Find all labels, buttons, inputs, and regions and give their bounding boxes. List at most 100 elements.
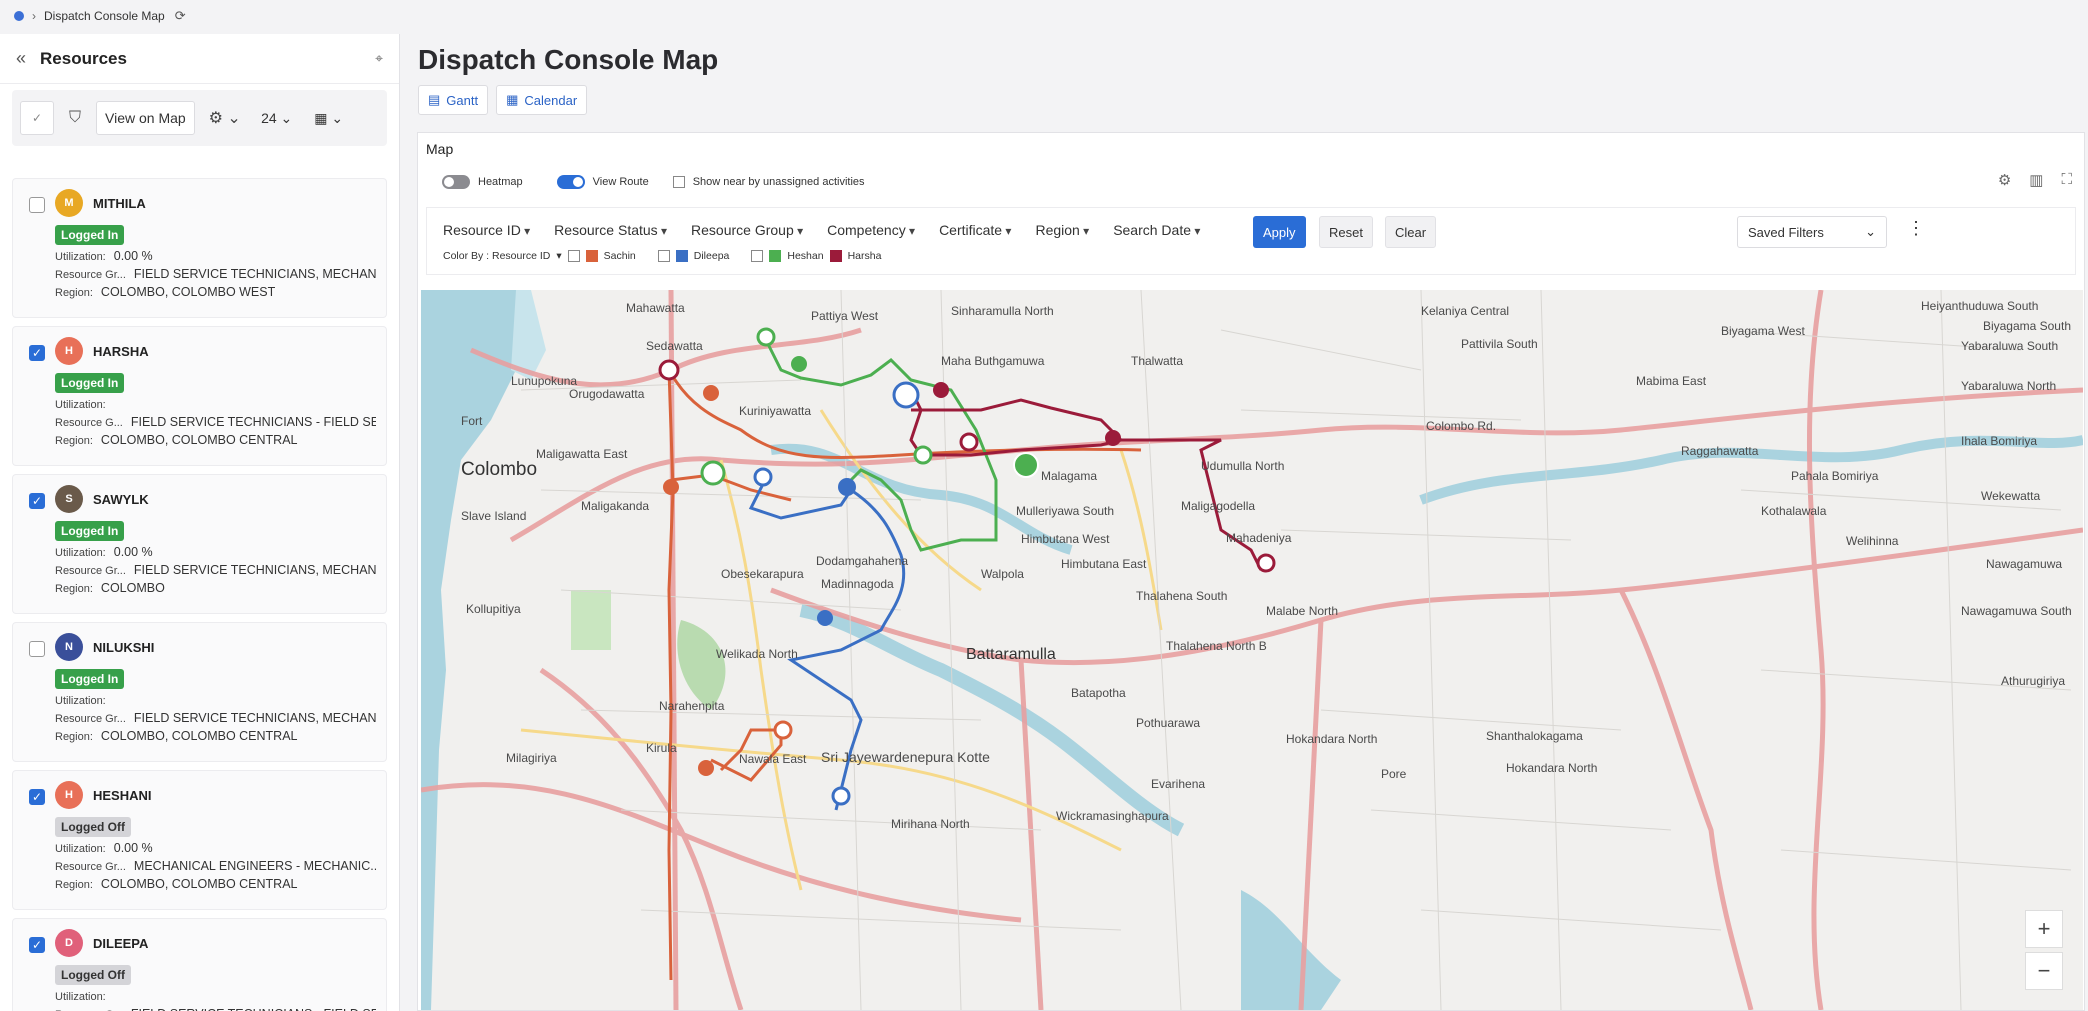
resource-group-row: Resource G...FIELD SERVICE TECHNICIANS -… [55, 415, 376, 429]
svg-text:Wickramasinghapura: Wickramasinghapura [1056, 809, 1169, 823]
resource-checkbox[interactable]: ✓ [29, 345, 45, 361]
settings-dropdown[interactable]: ⚙ ⌄ [205, 101, 245, 135]
resource-name[interactable]: NILUKSHI [93, 640, 154, 655]
resource-card[interactable]: ✓ S SAWYLK Logged In Utilization: 0.00 % … [12, 474, 387, 614]
layers-icon[interactable]: ▥ [2029, 171, 2043, 189]
home-marker-icon[interactable] [756, 327, 776, 347]
home-marker-icon[interactable] [773, 720, 793, 740]
filter-competency[interactable]: Competency [827, 222, 915, 238]
legend-checkbox[interactable] [567, 250, 580, 262]
activity-marker-icon[interactable] [663, 479, 679, 495]
svg-text:Nawagamuwa: Nawagamuwa [1986, 557, 2062, 571]
page-size-dropdown[interactable]: 24 ⌄ [255, 101, 299, 135]
svg-text:Madinnagoda: Madinnagoda [821, 577, 894, 591]
zoom-in-button[interactable]: + [2025, 910, 2063, 948]
route-map[interactable]: Mahawatta Pattiya West Sinharamulla Nort… [421, 290, 2083, 1010]
pin-icon[interactable]: ⌖ [375, 50, 383, 67]
home-marker-icon[interactable] [831, 786, 851, 806]
resource-checkbox[interactable]: ✓ [29, 789, 45, 805]
refresh-icon[interactable]: ⟳ [175, 8, 186, 24]
technician-avatar-marker[interactable] [892, 381, 920, 409]
view-route-toggle[interactable] [556, 175, 585, 189]
show-near-checkbox[interactable] [672, 176, 685, 188]
legend-dropdown-icon[interactable]: ▾ [556, 250, 561, 262]
panel-header: « Resources ⌖ [0, 34, 399, 84]
home-marker-icon[interactable] [959, 432, 979, 452]
svg-text:Thalahena North B: Thalahena North B [1166, 639, 1267, 653]
calendar-button[interactable]: ▦ Calendar [496, 85, 588, 115]
activity-marker-icon[interactable] [791, 356, 807, 372]
resource-name[interactable]: DILEEPA [93, 936, 148, 951]
resource-name[interactable]: HARSHA [93, 344, 149, 359]
home-marker-icon[interactable] [753, 467, 773, 487]
view-on-map-button[interactable]: View on Map [96, 101, 195, 135]
resource-name[interactable]: SAWYLK [93, 492, 149, 507]
saved-filters-dropdown[interactable]: Saved Filters ⌄ [1737, 216, 1887, 248]
resource-name[interactable]: HESHANI [93, 788, 152, 803]
legend-checkbox[interactable] [751, 250, 764, 262]
activity-marker-icon[interactable] [698, 760, 714, 776]
apply-button[interactable]: Apply [1253, 216, 1306, 248]
activity-marker-icon[interactable] [838, 478, 856, 496]
chevron-down-icon: ⌄ [1865, 224, 1876, 239]
resource-card[interactable]: ✓ H HARSHA Logged In Utilization: Resour… [12, 326, 387, 466]
filter-search-date[interactable]: Search Date [1113, 222, 1200, 238]
clear-button[interactable]: Clear [1385, 216, 1437, 248]
resource-checkbox[interactable] [29, 197, 45, 213]
svg-text:Maligagodella: Maligagodella [1181, 499, 1255, 513]
svg-text:Sri Jayewardenepura Kotte: Sri Jayewardenepura Kotte [821, 749, 990, 765]
more-options-icon[interactable]: ⋮ [1907, 218, 1925, 239]
filter-resource-group[interactable]: Resource Group [691, 222, 803, 238]
resource-card[interactable]: ✓ D DILEEPA Logged Off Utilization: Reso… [12, 918, 387, 1011]
filter-resource-status[interactable]: Resource Status [554, 222, 667, 238]
svg-text:Mulleriyawa South: Mulleriyawa South [1016, 504, 1114, 518]
resource-group-row: Resource G...FIELD SERVICE TECHNICIANS -… [55, 1007, 376, 1011]
collapse-panel-icon[interactable]: « [16, 48, 26, 69]
resource-group-label: Resource Gr... [55, 565, 126, 577]
breadcrumb[interactable]: Dispatch Console Map [44, 9, 165, 23]
svg-text:Biyagama South: Biyagama South [1983, 319, 2071, 333]
filter-region[interactable]: Region [1035, 222, 1089, 238]
filter-resource-id[interactable]: Resource ID [443, 222, 530, 238]
filter-dropdowns: Resource ID Resource Status Resource Gro… [443, 222, 1200, 238]
resource-card[interactable]: N NILUKSHI Logged In Utilization: Resour… [12, 622, 387, 762]
resource-checkbox[interactable]: ✓ [29, 937, 45, 953]
home-marker-icon[interactable] [658, 359, 680, 381]
heatmap-toggle[interactable] [442, 175, 470, 189]
region-value: COLOMBO [100, 581, 165, 595]
activity-marker-icon[interactable] [933, 382, 949, 398]
resource-card[interactable]: ✓ H HESHANI Logged Off Utilization: 0.00 … [12, 770, 387, 910]
grid-icon: ▦ [314, 109, 328, 126]
legend-checkbox[interactable] [657, 250, 670, 262]
resource-checkbox[interactable] [29, 641, 45, 657]
resource-card[interactable]: M MITHILA Logged In Utilization: 0.00 % R… [12, 178, 387, 318]
select-all-checkbox[interactable]: ✓ [20, 101, 54, 135]
activity-marker-icon[interactable] [703, 385, 719, 401]
map-canvas[interactable]: Mahawatta Pattiya West Sinharamulla Nort… [421, 290, 2083, 1010]
activity-marker-icon[interactable] [817, 610, 833, 626]
svg-text:Batapotha: Batapotha [1071, 686, 1126, 700]
legend-swatch [585, 250, 598, 262]
home-marker-icon[interactable] [1256, 553, 1276, 573]
fullscreen-icon[interactable]: ⛶ [2061, 171, 2072, 189]
activity-marker-icon[interactable] [1105, 430, 1121, 446]
svg-text:Welikada North: Welikada North [716, 647, 798, 661]
avatar: S [55, 485, 83, 513]
region-row: Region: COLOMBO, COLOMBO CENTRAL [55, 877, 376, 891]
filter-certificate[interactable]: Certificate [939, 222, 1011, 238]
reset-button[interactable]: Reset [1319, 216, 1373, 248]
resource-checkbox[interactable]: ✓ [29, 493, 45, 509]
region-label: Region: [55, 879, 93, 891]
technician-avatar-marker[interactable] [700, 460, 726, 486]
gantt-button[interactable]: ▤ Gantt [418, 85, 489, 115]
gear-icon[interactable]: ⚙ [1998, 171, 2011, 189]
home-marker-icon[interactable] [913, 445, 933, 465]
utilization-label: Utilization: [55, 991, 106, 1003]
layout-dropdown[interactable]: ▦ ⌄ [309, 101, 349, 135]
color-by-label[interactable]: Color By : Resource ID [443, 250, 550, 262]
filter-icon[interactable]: ⛉ [64, 101, 86, 135]
resource-name[interactable]: MITHILA [93, 196, 146, 211]
zoom-out-button[interactable]: − [2025, 952, 2063, 990]
technician-avatar-marker[interactable] [1013, 452, 1039, 478]
chevron-down-icon: ⌄ [331, 109, 344, 126]
